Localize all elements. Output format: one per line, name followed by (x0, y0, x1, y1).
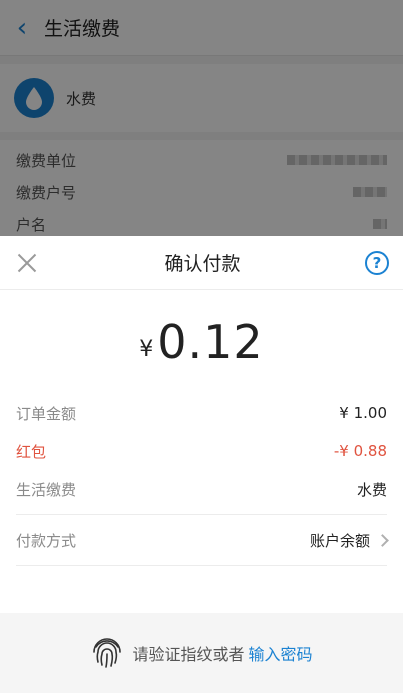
detail-value: ¥ 1.00 (339, 404, 387, 422)
verify-prompt: 请验证指纹或者 (132, 645, 245, 664)
service-row: 生活缴费 水费 (16, 470, 387, 508)
payment-amount: ¥ 0.12 (0, 290, 403, 394)
help-icon[interactable]: ? (364, 250, 389, 275)
close-icon[interactable] (14, 250, 40, 276)
payment-method-selector[interactable]: 付款方式 账户余额 (16, 514, 389, 566)
detail-label: 订单金额 (16, 404, 77, 423)
red-packet-row: 红包 -¥ 0.88 (16, 432, 387, 470)
detail-value: -¥ 0.88 (333, 442, 387, 460)
sheet-title: 确认付款 (164, 253, 241, 275)
detail-value: 水费 (356, 480, 387, 499)
verify-footer: 请验证指纹或者 输入密码 (0, 613, 403, 693)
sheet-header: 确认付款 ? (0, 236, 403, 290)
chevron-right-icon (376, 533, 389, 547)
enter-password-link[interactable]: 输入密码 (249, 641, 313, 665)
detail-label: 生活缴费 (16, 480, 77, 499)
detail-label: 红包 (16, 442, 47, 461)
payment-method-value-group: 账户余额 (309, 530, 389, 551)
confirm-payment-sheet: 确认付款 ? ¥ 0.12 订单金额 ¥ 1.00 红包 -¥ 0.88 生活缴… (0, 236, 403, 693)
currency-symbol: ¥ (139, 336, 154, 362)
fingerprint-icon[interactable] (90, 636, 124, 670)
order-details: 订单金额 ¥ 1.00 红包 -¥ 0.88 生活缴费 水费 (0, 394, 403, 508)
order-amount-row: 订单金额 ¥ 1.00 (16, 394, 387, 432)
payment-method-label: 付款方式 (16, 531, 77, 550)
payment-method-value: 账户余额 (309, 531, 370, 550)
amount-value: 0.12 (157, 315, 264, 369)
